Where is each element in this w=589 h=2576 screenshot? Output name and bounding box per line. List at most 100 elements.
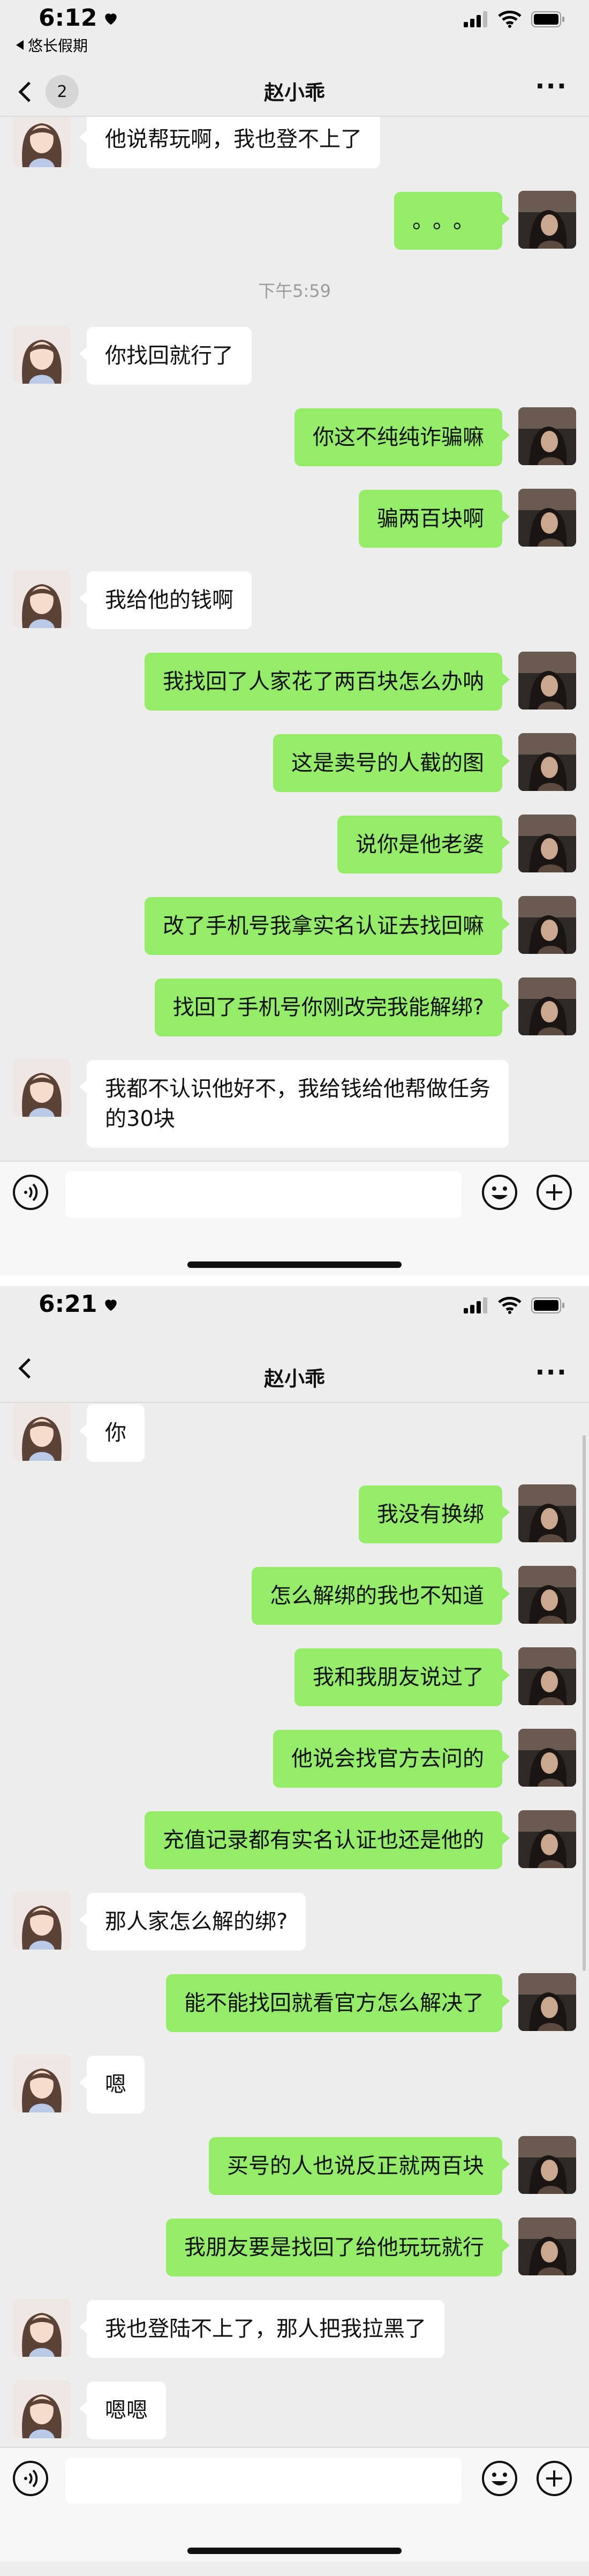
sent-message: 改了手机号我拿实名认证去找回嘛 [0, 896, 589, 956]
message-bubble[interactable]: 嗯 [79, 2056, 145, 2114]
home-indicator[interactable] [187, 1261, 402, 1268]
message-bubble[interactable]: 我给他的钱啊 [79, 571, 252, 629]
received-message: 嗯 [0, 2055, 589, 2115]
contact-avatar[interactable] [13, 117, 71, 167]
contact-avatar[interactable] [13, 2055, 71, 2112]
message-bubble[interactable]: 能不能找回就看官方怎么解决了 [166, 1974, 510, 2032]
system-icons [464, 1297, 565, 1314]
chat-screenshot-2: 6:21 赵小乖 ··· 你我没有换绑怎么解绑的我也不知道我和我朋友说过了他说会… [0, 1286, 589, 2562]
message-input[interactable] [65, 1171, 462, 1218]
message-bubble[interactable]: 我和我朋友说过了 [294, 1648, 510, 1706]
chat-nav-bar: 赵小乖 ··· [0, 1348, 589, 1403]
my-avatar[interactable] [518, 1647, 576, 1705]
my-avatar[interactable] [518, 733, 576, 791]
chat-screenshot-1: 6:12 悠长假期 2 赵小乖 ··· 他说帮玩啊，我也登不上了。。。下午5:5… [0, 0, 589, 1275]
message-bubble[interactable]: 充值记录都有实名认证也还是他的 [145, 1811, 510, 1869]
my-avatar[interactable] [518, 1729, 576, 1787]
message-bubble[interactable]: 他说帮玩啊，我也登不上了 [79, 117, 380, 168]
my-avatar[interactable] [518, 407, 576, 465]
chat-title: 赵小乖 [263, 1367, 325, 1391]
home-indicator[interactable] [187, 2548, 402, 2554]
plus-icon[interactable] [535, 2460, 573, 2497]
contact-avatar[interactable] [13, 1892, 71, 1950]
message-bubble[interactable]: 你这不纯纯诈骗嘛 [294, 408, 510, 466]
message-bubble[interactable]: 。。。 [394, 192, 510, 250]
contact-avatar[interactable] [13, 1403, 71, 1461]
my-avatar[interactable] [518, 489, 576, 547]
message-bubble[interactable]: 这是卖号的人截的图 [273, 734, 510, 792]
message-bubble[interactable]: 你 [79, 1404, 145, 1462]
contact-avatar[interactable] [13, 570, 71, 628]
contact-avatar[interactable] [13, 2299, 71, 2357]
my-avatar[interactable] [518, 1810, 576, 1868]
my-avatar[interactable] [518, 1566, 576, 1624]
sent-message: 这是卖号的人截的图 [0, 733, 589, 793]
contact-avatar[interactable] [13, 326, 71, 384]
received-message: 他说帮玩啊，我也登不上了 [0, 117, 589, 169]
status-time: 6:12 [39, 4, 119, 32]
message-bubble[interactable]: 说你是他老婆 [337, 816, 510, 873]
battery-icon [531, 1297, 564, 1313]
message-bubble[interactable]: 找回了手机号你刚改完我能解绑? [154, 979, 510, 1036]
sent-message: 我朋友要是找回了给他玩玩就行 [0, 2217, 589, 2278]
contact-avatar[interactable] [13, 1059, 71, 1117]
back-app-label: 悠长假期 [28, 37, 88, 55]
my-avatar[interactable] [518, 1484, 576, 1542]
my-avatar[interactable] [518, 977, 576, 1035]
emoji-icon[interactable] [481, 1174, 518, 1211]
message-bubble[interactable]: 改了手机号我拿实名认证去找回嘛 [145, 897, 510, 955]
received-message: 嗯嗯 [0, 2380, 589, 2440]
system-icons [464, 11, 565, 28]
my-avatar[interactable] [518, 896, 576, 954]
timestamp: 下午5:59 [258, 281, 331, 301]
my-avatar[interactable] [518, 2217, 576, 2275]
received-message: 你找回就行了 [0, 326, 589, 386]
message-bubble[interactable]: 骗两百块啊 [359, 490, 510, 548]
my-avatar[interactable] [518, 1973, 576, 2031]
message-bubble[interactable]: 我没有换绑 [359, 1485, 510, 1543]
scrollbar[interactable] [583, 1435, 586, 1971]
sent-message: 你这不纯纯诈骗嘛 [0, 407, 589, 467]
emoji-icon[interactable] [481, 2460, 518, 2497]
status-time: 6:21 [39, 1290, 119, 1318]
voice-icon[interactable] [12, 1174, 49, 1211]
message-bubble[interactable]: 那人家怎么解的绑? [79, 1893, 306, 1951]
message-bubble[interactable]: 你找回就行了 [79, 327, 252, 385]
chat-title: 赵小乖 [263, 81, 325, 104]
input-bar [0, 1161, 589, 1275]
message-input[interactable] [65, 2458, 462, 2504]
received-message: 我也登陆不上了，那人把我拉黑了 [0, 2299, 589, 2359]
sent-message: 他说会找官方去问的 [0, 1729, 589, 1789]
message-bubble[interactable]: 怎么解绑的我也不知道 [252, 1567, 510, 1625]
my-avatar[interactable] [518, 191, 576, 249]
more-dots-icon[interactable]: ··· [535, 1360, 568, 1385]
received-message: 我都不认识他好不，我给钱给他帮做任务的30块 [0, 1059, 589, 1149]
wifi-icon [498, 11, 522, 28]
sent-message: 我和我朋友说过了 [0, 1647, 589, 1707]
chat-nav-bar: 2 赵小乖 ··· [0, 62, 589, 117]
message-bubble[interactable]: 我也登陆不上了，那人把我拉黑了 [79, 2300, 444, 2358]
input-bar [0, 2447, 589, 2562]
plus-icon[interactable] [535, 1174, 573, 1211]
more-dots-icon[interactable]: ··· [535, 73, 568, 99]
message-bubble[interactable]: 他说会找官方去问的 [273, 1730, 510, 1788]
battery-icon [531, 11, 564, 27]
sent-message: 我找回了人家花了两百块怎么办呐 [0, 652, 589, 712]
my-avatar[interactable] [518, 652, 576, 710]
message-bubble[interactable]: 我都不认识他好不，我给钱给他帮做任务的30块 [79, 1060, 509, 1148]
voice-icon[interactable] [12, 2460, 49, 2497]
contact-avatar[interactable] [13, 2380, 71, 2438]
message-bubble[interactable]: 我朋友要是找回了给他玩玩就行 [166, 2219, 510, 2276]
clock-text: 6:21 [39, 1290, 97, 1318]
received-message: 那人家怎么解的绑? [0, 1892, 589, 1952]
message-bubble[interactable]: 嗯嗯 [79, 2381, 166, 2439]
received-message: 你 [0, 1403, 589, 1463]
my-avatar[interactable] [518, 815, 576, 872]
message-bubble[interactable]: 我找回了人家花了两百块怎么办呐 [145, 653, 510, 711]
message-bubble[interactable]: 买号的人也说反正就两百块 [209, 2137, 510, 2195]
sent-message: 骗两百块啊 [0, 489, 589, 549]
sent-message: 能不能找回就看官方怎么解决了 [0, 1973, 589, 2033]
message-list: 他说帮玩啊，我也登不上了。。。下午5:59 你找回就行了 你这不纯纯诈骗嘛骗两百块啊… [0, 117, 589, 1161]
back-to-app-link[interactable]: 悠长假期 [16, 34, 88, 56]
my-avatar[interactable] [518, 2136, 576, 2194]
